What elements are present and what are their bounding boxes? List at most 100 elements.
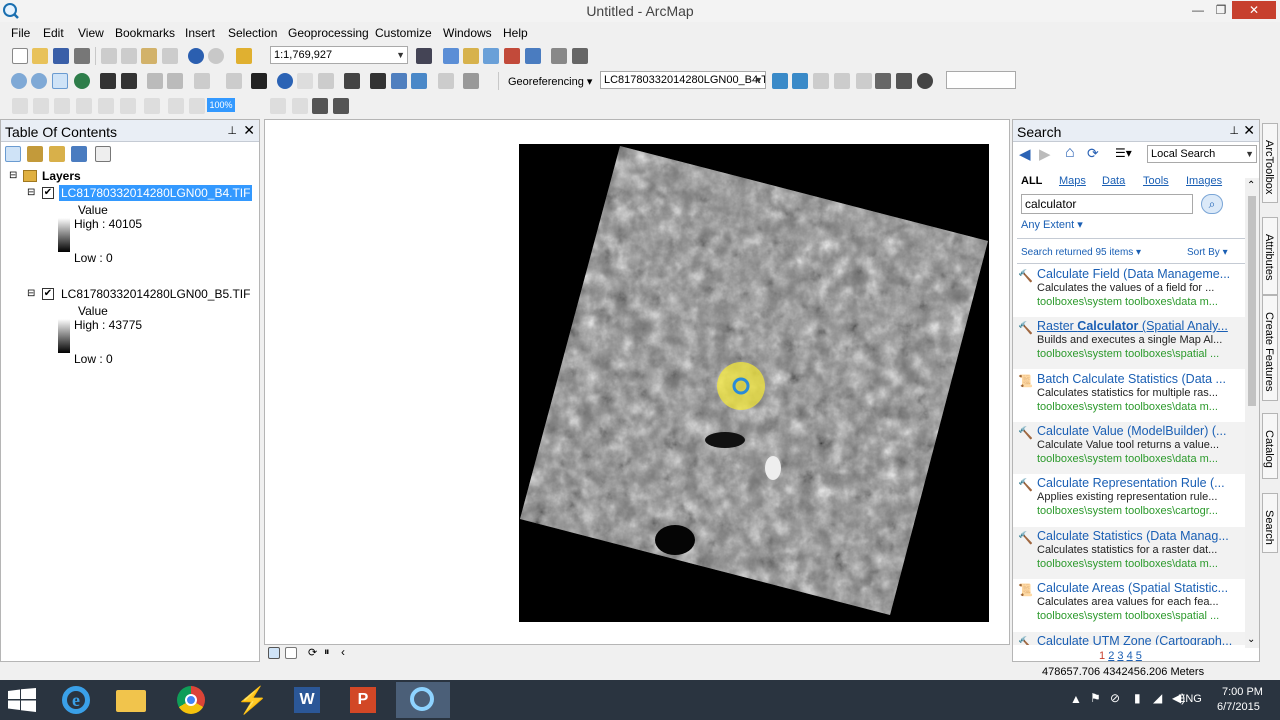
back-extent-icon[interactable] [147,73,163,89]
straight-segment-icon[interactable] [33,98,49,114]
tab-images[interactable]: Images [1186,175,1222,187]
viewer-window-icon[interactable] [917,73,933,89]
layer2-name[interactable]: LC81780332014280LGN00_B5.TIF [61,287,250,301]
search-go-icon[interactable]: ⌕ [1201,194,1223,214]
tool-icon[interactable] [572,48,588,64]
maximize-button[interactable]: ❐ [1207,1,1235,19]
rotate-icon[interactable] [772,73,788,89]
back-icon[interactable]: ◀ [1019,145,1031,163]
zoom-out-icon[interactable] [31,73,47,89]
list-item[interactable]: 🔨 Calculate Statistics (Data Manag... Ca… [1013,527,1247,579]
word-icon[interactable]: W [280,682,334,718]
result-title[interactable]: Calculate Areas (Spatial Statistic... [1037,581,1228,595]
tab-create-features[interactable]: Create Features [1262,295,1278,401]
rectify-icon[interactable] [896,73,912,89]
editor-icon[interactable] [416,48,432,64]
data-view-icon[interactable] [268,647,280,659]
zoom-in-icon[interactable] [11,73,27,89]
find-icon[interactable] [370,73,386,89]
add-control-points-icon[interactable] [813,73,829,89]
layer1-name[interactable]: LC81780332014280LGN00_B4.TIF [59,185,253,201]
menu-file[interactable]: File [11,26,30,40]
go-to-xy-icon[interactable] [411,73,427,89]
search-close-icon[interactable]: ✕ [1243,122,1255,139]
list-item[interactable]: 🔨 Raster Calculator (Spatial Analy... Bu… [1013,317,1247,369]
cut-icon[interactable] [101,48,117,64]
windows-start-icon[interactable] [8,688,36,712]
list-item[interactable]: 📜 Batch Calculate Statistics (Data ... C… [1013,370,1247,422]
copy-icon[interactable] [121,48,137,64]
georef-layer-combo[interactable]: LC81780332014280LGN00_B4.T ▼ [600,71,766,89]
python-window-icon[interactable] [525,48,541,64]
tab-data[interactable]: Data [1102,175,1125,187]
page-5[interactable]: 5 [1136,650,1142,662]
sort-by-dropdown[interactable]: Sort By ▾ [1187,247,1228,258]
clock-time[interactable]: 7:00 PM [1222,686,1263,698]
list-item[interactable]: 🔨 Calculate Field (Data Manageme... Calc… [1013,265,1247,317]
redo-icon[interactable] [208,48,224,64]
search-scope-combo[interactable]: Local Search ▼ [1147,145,1257,163]
time-slider-icon[interactable] [438,73,454,89]
refresh-layout-icon[interactable] [312,98,328,114]
tray-flag-icon[interactable]: ⚑ [1090,691,1101,705]
georeferencing-menu[interactable]: Georeferencing ▾ [508,75,592,88]
tray-chevron-icon[interactable]: ▲ [1070,692,1082,706]
fixed-zoom-out-icon[interactable] [121,73,137,89]
measure-icon[interactable] [344,73,360,89]
list-item[interactable]: 🔨 Calculate UTM Zone (Cartograph... [1013,632,1247,645]
edit-tool-icon[interactable] [12,98,28,114]
scale-combo[interactable]: 1:1,769,927 ▼ [270,46,408,64]
pin-icon[interactable]: ⊥ [1229,124,1239,137]
shift-icon[interactable] [792,73,808,89]
open-icon[interactable] [32,48,48,64]
refresh-icon[interactable]: ⟳ [308,646,317,659]
toc-close-icon[interactable]: ✕ [243,122,255,139]
home-icon[interactable]: ⌂ [1065,144,1075,162]
result-title[interactable]: Calculate Statistics (Data Manag... [1037,529,1229,543]
undo-icon[interactable] [188,48,204,64]
search-input[interactable] [1021,194,1193,214]
menu-view[interactable]: View [78,26,104,40]
collapse-layer2-icon[interactable]: ⊟ [27,288,35,299]
result-title[interactable]: Calculate UTM Zone (Cartograph... [1037,634,1232,645]
list-item[interactable]: 📜 Calculate Areas (Spatial Statistic... … [1013,579,1247,631]
scroll-up-icon[interactable]: ⌃ [1247,180,1255,191]
options-icon[interactable] [95,146,111,162]
layout-icon[interactable] [270,98,286,114]
map-canvas[interactable] [265,120,1011,646]
catalog-window-icon[interactable] [463,48,479,64]
sketch-properties-icon[interactable] [144,98,160,114]
modelbuilder-icon[interactable] [551,48,567,64]
layers-label[interactable]: Layers [42,169,81,183]
georef-text-input[interactable] [946,71,1016,89]
refresh-icon[interactable]: ⟳ [1087,145,1099,162]
menu-help[interactable]: Help [503,26,528,40]
forward-icon[interactable]: ▶ [1039,145,1051,163]
save-icon[interactable] [53,48,69,64]
forward-extent-icon[interactable] [167,73,183,89]
select-elements-icon[interactable] [251,73,267,89]
tab-all[interactable]: ALL [1021,175,1042,187]
menu-windows[interactable]: Windows [443,26,492,40]
tray-wifi-icon[interactable]: ◢ [1153,691,1162,705]
scrollbar-thumb[interactable] [1248,196,1256,406]
add-data-icon[interactable] [236,48,252,64]
list-item[interactable]: 🔨 Calculate Value (ModelBuilder) (... Ca… [1013,422,1247,474]
tab-catalog[interactable]: Catalog [1262,413,1278,479]
menu-insert[interactable]: Insert [185,26,215,40]
find-route-icon[interactable] [391,73,407,89]
layer1-visibility-checkbox[interactable]: ✔ [42,187,54,199]
list-by-visibility-icon[interactable] [49,146,65,162]
clock-date[interactable]: 6/7/2015 [1217,701,1260,713]
menu-edit[interactable]: Edit [43,26,64,40]
tray-battery-icon[interactable]: ▮ [1134,691,1141,705]
language-indicator[interactable]: ENG [1178,693,1202,705]
layer2-visibility-checkbox[interactable]: ✔ [42,288,54,300]
select-features-icon[interactable] [194,73,210,89]
tab-attributes[interactable]: Attributes [1262,217,1278,295]
collapse-layers-icon[interactable]: ⊟ [9,170,17,181]
pin-icon[interactable]: ⊥ [227,124,237,137]
pan-icon[interactable] [52,73,68,89]
print-icon[interactable] [74,48,90,64]
toc-window-icon[interactable] [443,48,459,64]
